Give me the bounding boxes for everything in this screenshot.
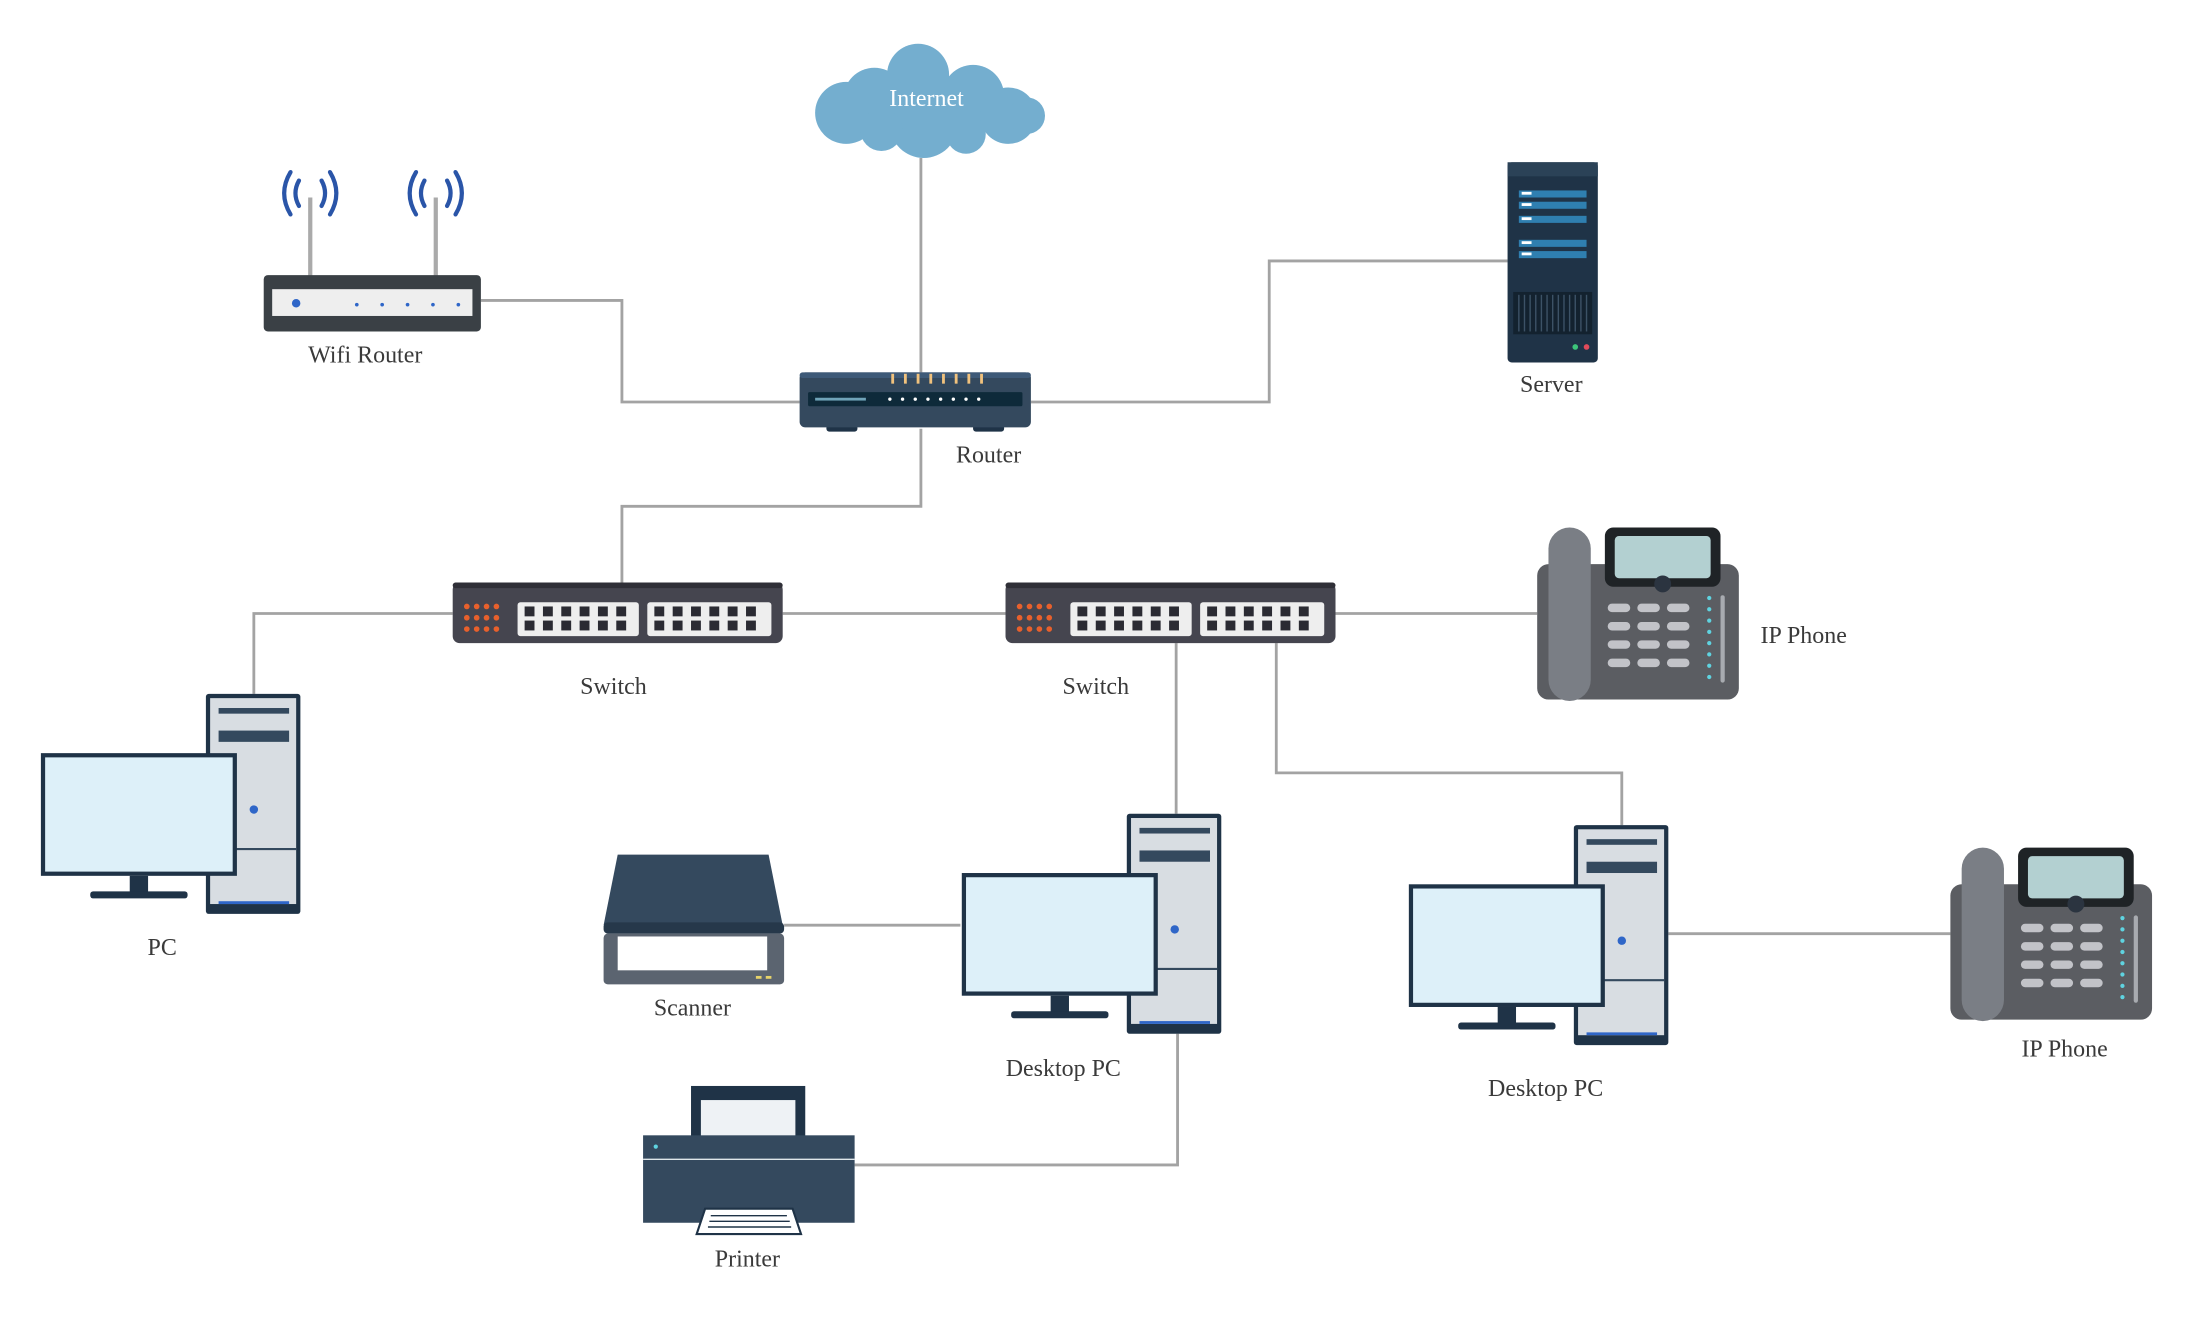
desktop-computer-icon: [1407, 824, 1670, 1047]
node-switch-1[interactable]: Switch: [452, 582, 783, 700]
node-desktop-pc-2[interactable]: Desktop PC: [1407, 824, 1670, 1102]
node-router[interactable]: Router: [799, 372, 1031, 469]
node-label: Switch: [1062, 674, 1129, 700]
desktop-computer-icon: [39, 692, 302, 915]
node-internet[interactable]: Internet: [815, 43, 1045, 159]
node-label: IP Phone: [2021, 1036, 2107, 1062]
node-pc[interactable]: PC: [39, 692, 302, 961]
node-printer[interactable]: Printer: [643, 1085, 855, 1273]
printer-icon: [643, 1085, 855, 1236]
node-ip-phone-1[interactable]: IP Phone: [1537, 527, 1847, 701]
node-server[interactable]: Server: [1507, 162, 1598, 398]
node-label: Switch: [580, 674, 647, 700]
switch-icon: [1005, 582, 1336, 644]
edge-router-switch1: [620, 428, 923, 583]
switch-icon: [452, 582, 783, 644]
node-label: Server: [1520, 372, 1583, 398]
edge-desktop1-printer: [854, 1033, 1179, 1167]
ip-phone-icon: [1950, 847, 2153, 1022]
node-label: Router: [956, 443, 1021, 469]
scanner-icon: [603, 854, 785, 985]
node-scanner[interactable]: Scanner: [603, 854, 785, 1022]
edge-router-server: [1030, 259, 1508, 404]
edge-switch1-pc: [252, 612, 453, 694]
node-label: Desktop PC: [1488, 1076, 1603, 1102]
network-diagram: Internet Wifi Router Router Server Switc…: [39, 43, 2153, 1273]
desktop-computer-icon: [960, 812, 1223, 1035]
node-switch-2[interactable]: Switch: [1005, 582, 1336, 700]
server-icon: [1507, 162, 1598, 363]
node-label: Scanner: [654, 995, 731, 1021]
node-wifi-router[interactable]: Wifi Router: [263, 170, 481, 369]
node-label: Internet: [889, 86, 964, 112]
node-ip-phone-2[interactable]: IP Phone: [1950, 847, 2153, 1063]
node-label: Printer: [715, 1246, 780, 1272]
node-label: PC: [148, 935, 177, 961]
wifi-router-icon: [263, 170, 481, 332]
node-label: Desktop PC: [1006, 1056, 1121, 1082]
router-icon: [799, 372, 1031, 432]
edge-wifi-router: [480, 299, 800, 404]
ip-phone-icon: [1537, 527, 1739, 701]
node-desktop-pc-1[interactable]: Desktop PC: [960, 812, 1223, 1082]
node-label: IP Phone: [1761, 623, 1847, 649]
node-label: Wifi Router: [308, 343, 422, 369]
